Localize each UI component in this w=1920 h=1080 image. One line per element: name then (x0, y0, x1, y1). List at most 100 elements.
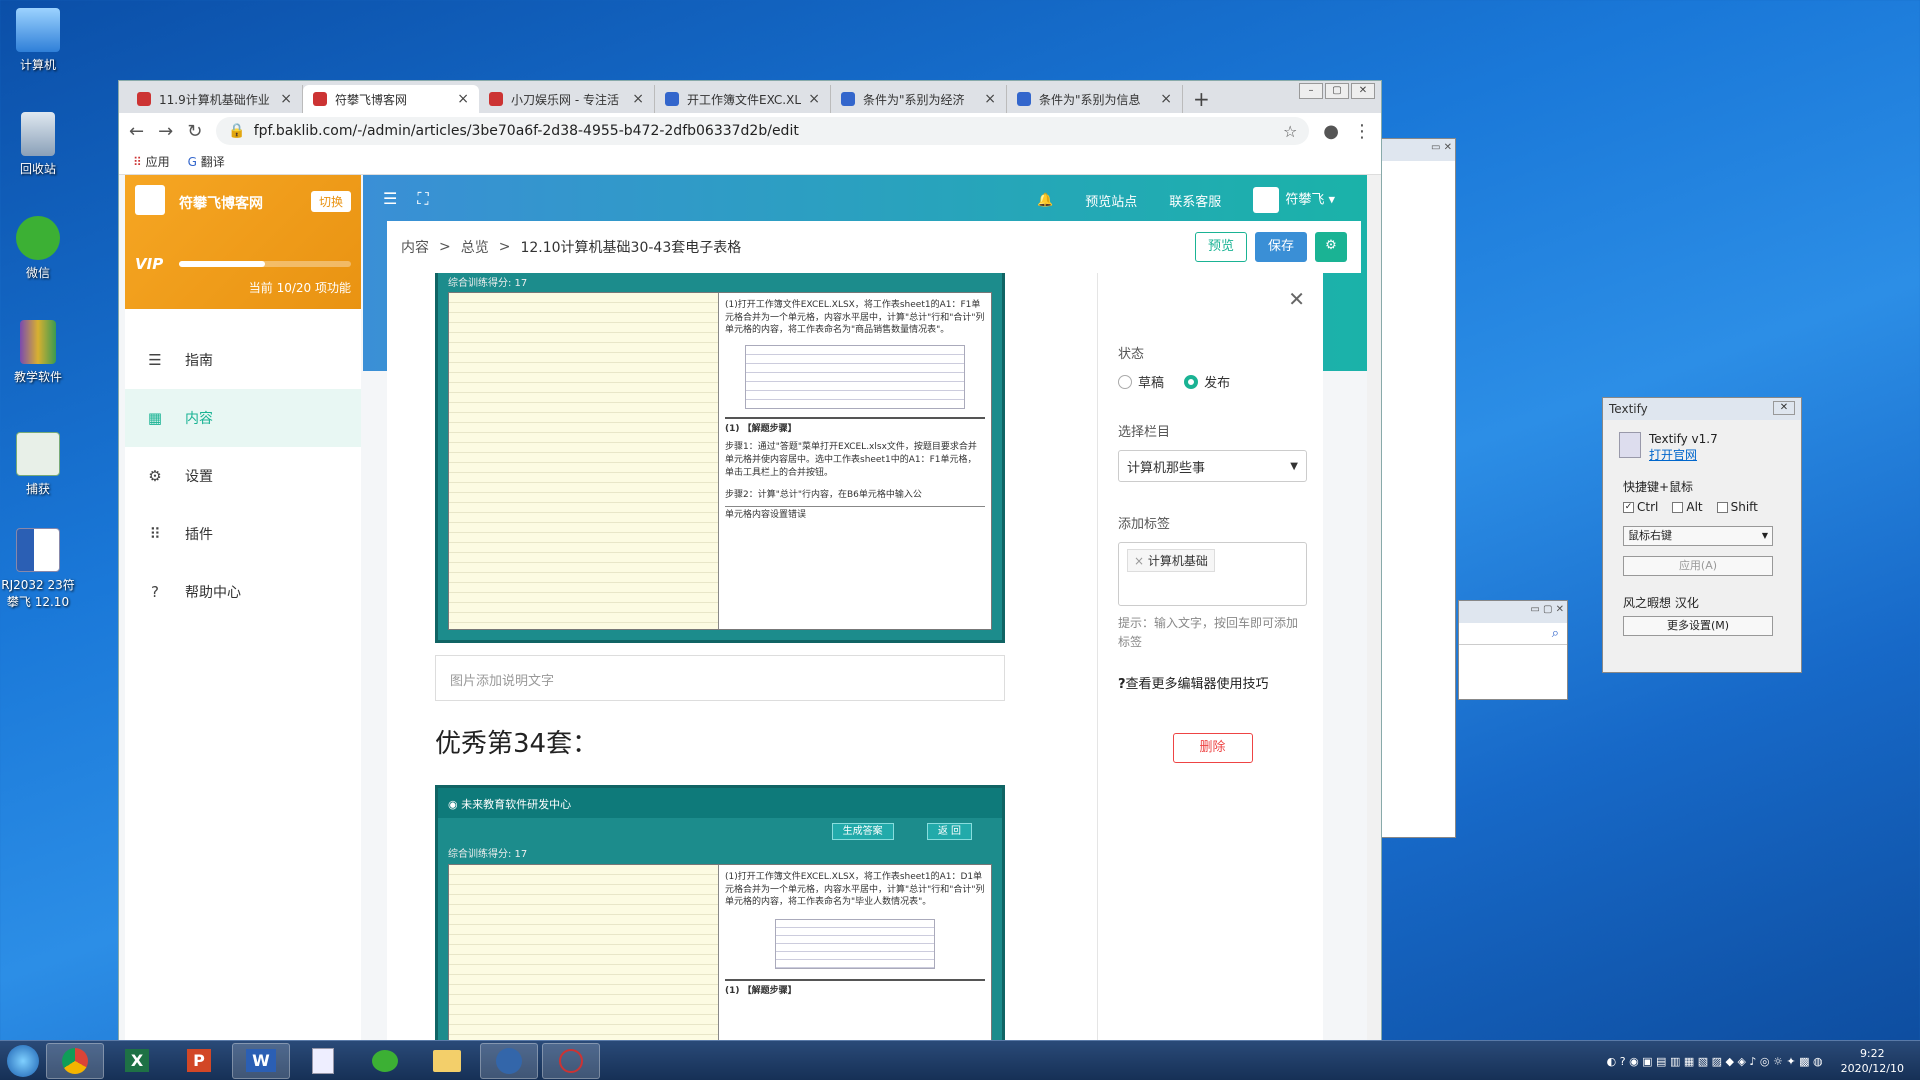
answer-grid (449, 293, 719, 629)
settings-gear-button[interactable]: ⚙ (1315, 232, 1347, 262)
status-publish-radio[interactable]: 发布 (1184, 372, 1230, 391)
profile-icon[interactable]: ● (1323, 121, 1339, 142)
ctrl-checkbox[interactable]: ✓ Ctrl (1623, 500, 1658, 514)
delete-button[interactable]: 删除 (1172, 733, 1253, 763)
preview-site-link[interactable]: 预览站点 (1085, 191, 1137, 210)
start-button[interactable] (0, 1041, 46, 1080)
background-window-1[interactable]: ▭ ✕ (1378, 138, 1456, 838)
user-menu[interactable]: 符攀飞 ▾ (1253, 187, 1335, 213)
background-window-1-controls: ▭ ✕ (1379, 139, 1455, 161)
tray-icons[interactable]: ◐ ? ◉ ▣ ▤ ▥ ▦ ▧ ▨ ◆ ◈ ♪ ◎ ☼ ✦ ▩ ◍ (1607, 1055, 1823, 1068)
tab-3[interactable]: 小刀娱乐网 - 专注活 × (479, 85, 655, 113)
taskbar-chrome[interactable] (46, 1042, 104, 1079)
menu-list-icon[interactable]: ☰ (383, 189, 397, 209)
switch-site-button[interactable]: 切换 (310, 191, 351, 212)
exam-header: ◉ 未来教育软件研发中心 (438, 788, 1002, 818)
bell-icon[interactable]: 🔔 (1037, 193, 1053, 208)
shift-checkbox[interactable]: Shift (1716, 500, 1758, 514)
step2-text: 步骤2：计算"总计"行内容，在B6单元格中输入公 (725, 490, 922, 501)
clock[interactable]: 9:22 2020/12/10 (1841, 1046, 1904, 1077)
breadcrumb-content[interactable]: 内容 (401, 237, 429, 257)
tab-6[interactable]: 条件为"系别为信息 × (1007, 85, 1183, 113)
close-icon[interactable]: × (457, 91, 469, 107)
close-icon[interactable]: × (632, 91, 644, 107)
taskbar-excel[interactable]: X (108, 1043, 166, 1079)
close-icon[interactable]: ✕ (1288, 287, 1305, 311)
bookmark-translate[interactable]: G 翻译 (188, 153, 225, 170)
mouse-select[interactable]: 鼠标右键 ▼ (1623, 526, 1773, 546)
new-tab-button[interactable]: + (1183, 87, 1220, 113)
windows-orb-icon (7, 1044, 39, 1077)
reload-icon[interactable]: ↻ (187, 121, 202, 142)
lock-icon[interactable]: 🔒 (228, 123, 245, 139)
taskbar-word[interactable]: W (232, 1042, 290, 1079)
official-site-link[interactable]: 打开官网 (1649, 448, 1697, 462)
taskbar-textify[interactable] (542, 1042, 600, 1079)
desktop-icon-wechat[interactable]: 微信 (6, 216, 70, 281)
bookmark-apps[interactable]: ⠿ 应用 (133, 153, 170, 170)
desktop-icon-teaching-software[interactable]: 教学软件 (6, 320, 70, 385)
taskbar-wechat[interactable] (356, 1043, 414, 1079)
close-window-icon[interactable]: ✕ (1351, 83, 1375, 99)
forward-icon[interactable]: → (158, 121, 173, 142)
desktop-icon-word-doc[interactable]: RJ2032 23符攀飞 12.10 (0, 528, 76, 610)
restore-icon[interactable]: ▢ (1325, 83, 1349, 99)
status-draft-radio[interactable]: 草稿 (1118, 372, 1164, 391)
tab-1[interactable]: 11.9计算机基础作业 × (127, 85, 303, 113)
breadcrumb-overview[interactable]: 总览 (461, 237, 489, 257)
sidebar-item-content[interactable]: ▦ 内容 (125, 389, 361, 447)
alt-checkbox[interactable]: Alt (1672, 500, 1703, 514)
modifier-checkboxes: ✓ Ctrl Alt Shift (1623, 500, 1758, 514)
apps-grid-icon: ⠿ (133, 155, 142, 169)
bookmark-star-icon[interactable]: ☆ (1283, 122, 1297, 141)
taskbar-notepad[interactable] (294, 1043, 352, 1079)
tag-chip[interactable]: × 计算机基础 (1127, 549, 1215, 572)
close-icon[interactable]: × (808, 91, 820, 107)
quota-progress-fill (179, 261, 265, 267)
taskbar-explorer[interactable] (418, 1043, 476, 1079)
menu-dots-icon[interactable]: ⋮ (1353, 121, 1371, 142)
close-icon[interactable]: ✕ (1773, 401, 1795, 415)
preview-button[interactable]: 预览 (1194, 232, 1247, 262)
sidebar-item-settings[interactable]: ⚙ 设置 (125, 447, 361, 505)
column-select[interactable]: 计算机那些事 ▼ (1118, 450, 1307, 482)
taskbar-powerpoint[interactable]: P (170, 1043, 228, 1079)
sidebar-item-help[interactable]: ? 帮助中心 (125, 563, 361, 621)
tab-2[interactable]: 符攀飞博客网 × (303, 85, 479, 113)
embedded-screenshot-2[interactable]: ◉ 未来教育软件研发中心 生成答案 返 回 综合训练得分: 17 (1)打开工作… (435, 785, 1005, 1043)
sidebar-item-plugins[interactable]: ⠿ 插件 (125, 505, 361, 563)
remove-tag-icon[interactable]: × (1134, 554, 1148, 568)
tab-4[interactable]: 开工作簿文件EXC.XL × (655, 85, 831, 113)
desktop-icon-computer[interactable]: 计算机 (6, 8, 70, 73)
textify-window: Textify ✕ Textify v1.7 打开官网 快捷键+鼠标 ✓ Ctrl A… (1602, 397, 1802, 673)
checkbox-icon (1672, 502, 1684, 513)
page-scrollbar[interactable] (1367, 175, 1381, 1043)
desktop-icon-recycle-bin[interactable]: 回收站 (6, 112, 70, 177)
image-caption-input[interactable]: 图片添加说明文字 (435, 655, 1005, 701)
taskbar-app[interactable] (480, 1042, 538, 1079)
close-icon[interactable]: × (1160, 91, 1172, 107)
tab-5[interactable]: 条件为"系别为经济 × (831, 85, 1007, 113)
back-icon[interactable]: ← (129, 121, 144, 142)
save-button[interactable]: 保存 (1254, 232, 1307, 262)
background-window-2[interactable]: ▭ ▢ ✕ ⌕ (1458, 600, 1568, 700)
question-text-2: (1)打开工作簿文件EXCEL.XLSX，将工作表sheet1的A1：D1单元格… (725, 872, 985, 908)
tags-input[interactable]: × 计算机基础 (1118, 542, 1307, 606)
embedded-screenshot-1[interactable]: 综合训练得分: 17 (1)打开工作簿文件EXCEL.XLSX，将工作表shee… (435, 273, 1005, 643)
minimize-icon[interactable]: – (1299, 83, 1323, 99)
close-icon[interactable]: × (984, 91, 996, 107)
close-icon[interactable]: × (280, 91, 292, 107)
tips-link[interactable]: ?查看更多编辑器使用技巧 (1118, 673, 1307, 692)
generate-answer-button[interactable]: 生成答案 (831, 823, 894, 840)
desktop-icon-capture[interactable]: 捕获 (6, 432, 70, 497)
search-icon[interactable]: ⌕ (1459, 623, 1567, 645)
fullscreen-icon[interactable]: ⛶ (417, 189, 428, 209)
sidebar-item-guide[interactable]: ☰ 指南 (125, 331, 361, 389)
contact-support-link[interactable]: 联系客服 (1169, 191, 1221, 210)
return-button[interactable]: 返 回 (926, 823, 972, 840)
url-input[interactable]: 🔒 fpf.baklib.com/-/admin/articles/3be70a… (216, 117, 1310, 145)
article-editor[interactable]: 综合训练得分: 17 (1)打开工作簿文件EXCEL.XLSX，将工作表shee… (387, 273, 1097, 1043)
apply-button[interactable]: 应用(A) (1623, 556, 1773, 576)
steps-title-2: (1) 【解题步骤】 (725, 978, 985, 998)
more-settings-button[interactable]: 更多设置(M) (1623, 616, 1773, 636)
